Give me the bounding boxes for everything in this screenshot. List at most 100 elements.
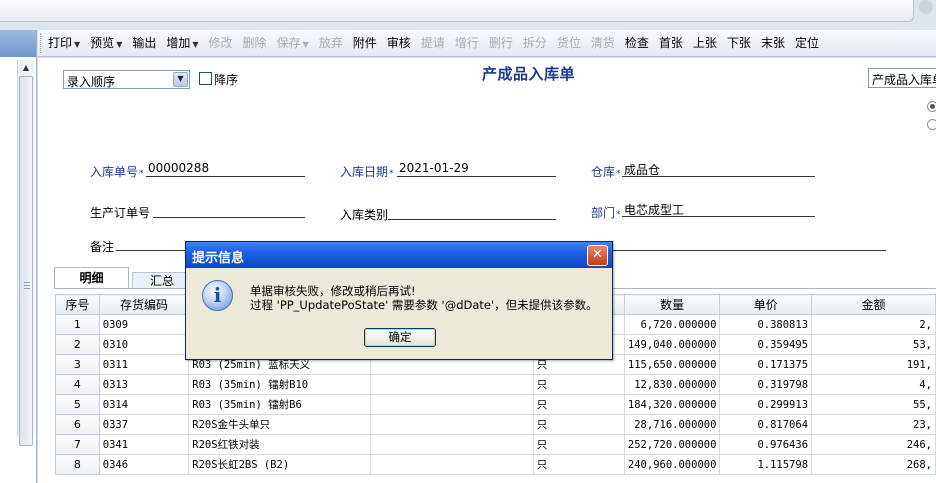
- department-field[interactable]: 电芯成型工: [622, 201, 815, 217]
- toolbar-button-0[interactable]: 打印 ▼: [43, 30, 85, 57]
- cell-amount[interactable]: 23,: [811, 414, 936, 435]
- table-row[interactable]: 5 0314 R03 (35min) 镭射B6 只 184,320.000000 0.29…: [55, 394, 936, 415]
- toolbar-button-18[interactable]: 上张: [688, 30, 722, 57]
- cell-code[interactable]: 0314: [98, 394, 190, 415]
- dropdown-caret-icon[interactable]: ▼: [116, 40, 122, 49]
- cell-spec[interactable]: [369, 434, 534, 455]
- cell-code[interactable]: 0311: [98, 354, 190, 375]
- cell-qty[interactable]: 6,720.000000: [623, 314, 721, 335]
- grid-header-cell[interactable]: 数量: [623, 294, 721, 315]
- cell-name[interactable]: R03 (35min) 镭射B10: [188, 374, 371, 395]
- cell-qty[interactable]: 28,716.000000: [623, 414, 721, 435]
- cell-price[interactable]: 0.817064: [719, 414, 813, 435]
- chevron-down-icon[interactable]: ▼: [173, 72, 188, 87]
- toolbar-button-19[interactable]: 下张: [722, 30, 756, 57]
- production-order-field[interactable]: [153, 202, 305, 218]
- cell-amount[interactable]: 53,: [811, 334, 936, 355]
- grid-header-cell[interactable]: 序号: [55, 294, 100, 315]
- cell-spec[interactable]: [369, 414, 534, 435]
- dropdown-caret-icon[interactable]: ▼: [192, 40, 198, 49]
- table-row[interactable]: 4 0313 R03 (35min) 镭射B10 只 12,830.000000 0.31…: [55, 374, 936, 395]
- cell-idx[interactable]: 3: [55, 354, 100, 375]
- receipt-no-field[interactable]: 00000288: [146, 161, 305, 177]
- cell-name[interactable]: R03 (35min) 镭射B6: [188, 394, 371, 415]
- toolbar-button-5[interactable]: 删除: [238, 30, 272, 57]
- cell-qty[interactable]: 184,320.000000: [623, 394, 721, 415]
- cell-price[interactable]: 0.380813: [719, 314, 813, 335]
- cell-spec[interactable]: [369, 454, 534, 475]
- cell-amount[interactable]: 191,: [811, 354, 936, 375]
- dropdown-caret-icon[interactable]: ▼: [303, 40, 309, 49]
- cell-code[interactable]: 0337: [98, 414, 190, 435]
- cell-price[interactable]: 0.976436: [719, 434, 813, 455]
- left-scrollbar[interactable]: ▲: [17, 60, 34, 446]
- cell-name[interactable]: R20S金牛头单只: [188, 414, 371, 435]
- toolbar-button-17[interactable]: 首张: [654, 30, 688, 57]
- toolbar-button-4[interactable]: 修改: [204, 30, 238, 57]
- cell-amount[interactable]: 4,: [811, 374, 936, 395]
- ok-button[interactable]: 确定: [364, 328, 436, 347]
- cell-code[interactable]: 0310: [98, 334, 190, 355]
- cell-qty[interactable]: 149,040.000000: [623, 334, 721, 355]
- grid-header-cell[interactable]: 金额: [811, 294, 936, 315]
- toolbar-button-13[interactable]: 拆分: [518, 30, 552, 57]
- cell-unit[interactable]: 只: [532, 394, 625, 415]
- cell-qty[interactable]: 115,650.000000: [623, 354, 721, 375]
- cell-price[interactable]: 0.319798: [719, 374, 813, 395]
- cell-amount[interactable]: 2,: [811, 314, 936, 335]
- toolbar-button-7[interactable]: 放弃: [314, 30, 348, 57]
- sort-order-select[interactable]: 录入顺序 ▼: [63, 70, 190, 89]
- cell-price[interactable]: 0.171375: [719, 354, 813, 375]
- cell-amount[interactable]: 246,: [811, 434, 936, 455]
- close-icon[interactable]: ✕: [587, 245, 608, 266]
- cell-idx[interactable]: 2: [55, 334, 100, 355]
- toolbar-button-16[interactable]: 检查: [620, 30, 654, 57]
- cell-amount[interactable]: 55,: [811, 394, 936, 415]
- cell-idx[interactable]: 7: [55, 434, 100, 455]
- table-row[interactable]: 6 0337 R20S金牛头单只 只 28,716.000000 0.817064 23,: [55, 414, 936, 435]
- receipt-type-field[interactable]: [388, 204, 556, 220]
- receipt-date-field[interactable]: 2021-01-29: [397, 161, 556, 177]
- warehouse-field[interactable]: 成品仓: [622, 161, 815, 177]
- cell-amount[interactable]: 268,: [811, 454, 936, 475]
- grid-header-cell[interactable]: 存货编码: [98, 294, 190, 315]
- table-row[interactable]: 7 0341 R20S红铁对装 只 252,720.000000 0.976436 246,: [55, 434, 936, 455]
- cell-price[interactable]: 0.359495: [719, 334, 813, 355]
- cell-idx[interactable]: 5: [55, 394, 100, 415]
- cell-qty[interactable]: 252,720.000000: [623, 434, 721, 455]
- template-select[interactable]: 产成品入库单: [868, 68, 936, 88]
- toolbar-button-14[interactable]: 货位: [552, 30, 586, 57]
- toolbar-button-15[interactable]: 清货: [586, 30, 620, 57]
- toolbar-button-8[interactable]: 附件: [348, 30, 382, 57]
- cell-code[interactable]: 0313: [98, 374, 190, 395]
- cell-unit[interactable]: 只: [532, 414, 625, 435]
- cell-idx[interactable]: 8: [55, 454, 100, 475]
- cell-code[interactable]: 0346: [98, 454, 190, 475]
- dropdown-caret-icon[interactable]: ▼: [74, 40, 80, 49]
- toolbar-button-12[interactable]: 删行: [484, 30, 518, 57]
- radio-option-1[interactable]: [927, 101, 936, 112]
- radio-option-2[interactable]: [927, 119, 936, 130]
- toolbar-button-2[interactable]: 输出: [127, 30, 161, 57]
- cell-qty[interactable]: 240,960.000000: [623, 454, 721, 475]
- cell-code[interactable]: 0341: [98, 434, 190, 455]
- toolbar-button-21[interactable]: 定位: [790, 30, 824, 57]
- cell-price[interactable]: 0.299913: [719, 394, 813, 415]
- cell-name[interactable]: R20S红铁对装: [188, 434, 371, 455]
- cell-name[interactable]: R20S长虹2BS (B2): [188, 454, 371, 475]
- cell-unit[interactable]: 只: [532, 454, 625, 475]
- toolbar-button-10[interactable]: 提请: [416, 30, 450, 57]
- toolbar-button-11[interactable]: 增行: [450, 30, 484, 57]
- toolbar-button-9[interactable]: 审核: [382, 30, 416, 57]
- cell-spec[interactable]: [369, 374, 534, 395]
- cell-code[interactable]: 0309: [98, 314, 190, 335]
- cell-unit[interactable]: 只: [532, 374, 625, 395]
- toolbar-button-3[interactable]: 增加 ▼: [161, 30, 203, 57]
- cell-idx[interactable]: 6: [55, 414, 100, 435]
- cell-price[interactable]: 1.115798: [719, 454, 813, 475]
- cell-idx[interactable]: 1: [55, 314, 100, 335]
- toolbar-button-1[interactable]: 预览 ▼: [85, 30, 127, 57]
- cell-idx[interactable]: 4: [55, 374, 100, 395]
- toolbar-button-20[interactable]: 末张: [756, 30, 790, 57]
- table-row[interactable]: 8 0346 R20S长虹2BS (B2) 只 240,960.000000 1.1157…: [55, 454, 936, 475]
